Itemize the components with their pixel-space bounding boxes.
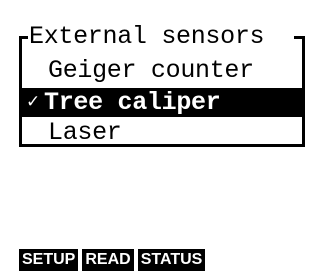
frame-top-left-corner bbox=[19, 36, 28, 39]
device-screen: External sensors Geiger counter ✓ Tree ca… bbox=[0, 0, 323, 280]
menu-item-geiger-counter[interactable]: Geiger counter bbox=[26, 56, 302, 85]
menu-title: External sensors bbox=[29, 22, 265, 51]
read-softkey[interactable]: READ bbox=[82, 249, 134, 271]
menu-item-laser[interactable]: Laser bbox=[26, 118, 302, 147]
setup-softkey[interactable]: SETUP bbox=[19, 249, 79, 271]
menu-item-label: Laser bbox=[48, 118, 122, 147]
status-softkey[interactable]: STATUS bbox=[137, 249, 206, 271]
menu-item-tree-caliper[interactable]: ✓ Tree caliper bbox=[22, 88, 303, 117]
menu-item-label: Geiger counter bbox=[48, 56, 254, 85]
frame-top-right-corner bbox=[294, 36, 305, 39]
menu-item-label: Tree caliper bbox=[44, 88, 221, 117]
softkey-bar: SETUP READ STATUS bbox=[19, 249, 206, 271]
checkmark-icon: ✓ bbox=[26, 92, 40, 112]
